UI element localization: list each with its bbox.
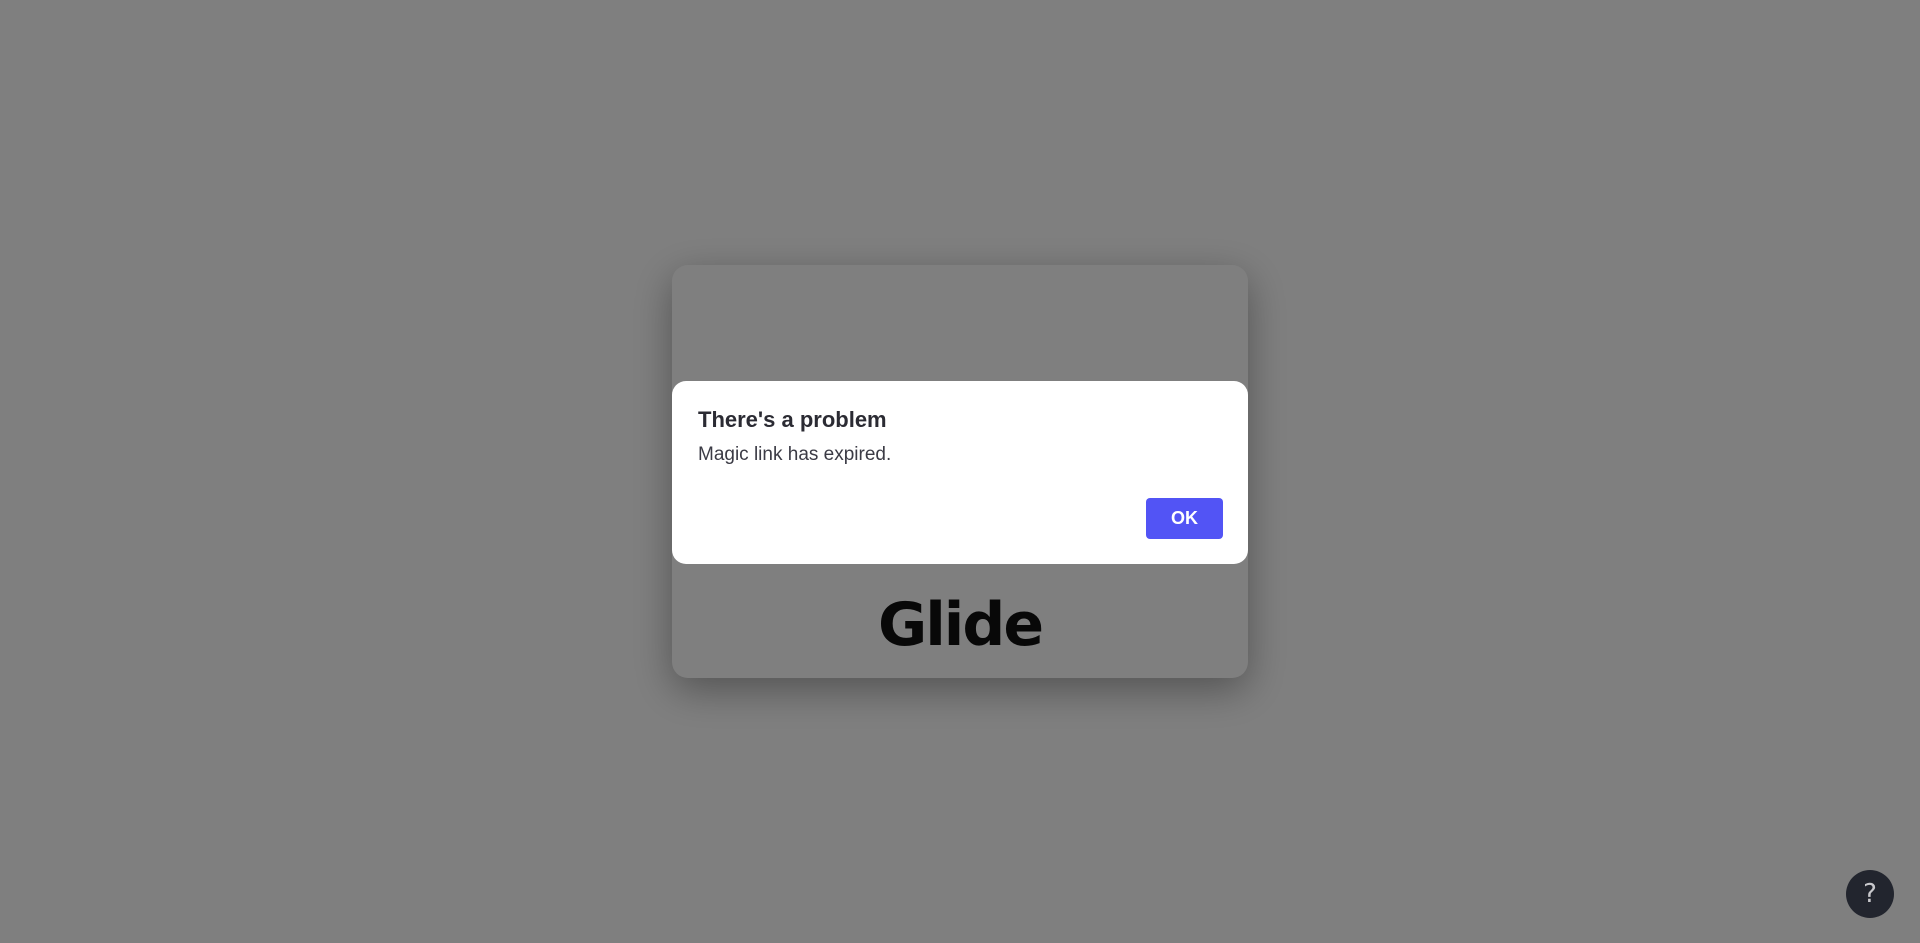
dialog-message: Magic link has expired.	[698, 444, 892, 465]
question-mark-icon: ?	[1863, 879, 1877, 909]
error-dialog: There's a problem Magic link has expired…	[672, 381, 1248, 564]
dialog-title: There's a problem	[698, 407, 887, 432]
help-button[interactable]: ?	[1846, 870, 1894, 918]
ok-button[interactable]: OK	[1146, 498, 1223, 539]
